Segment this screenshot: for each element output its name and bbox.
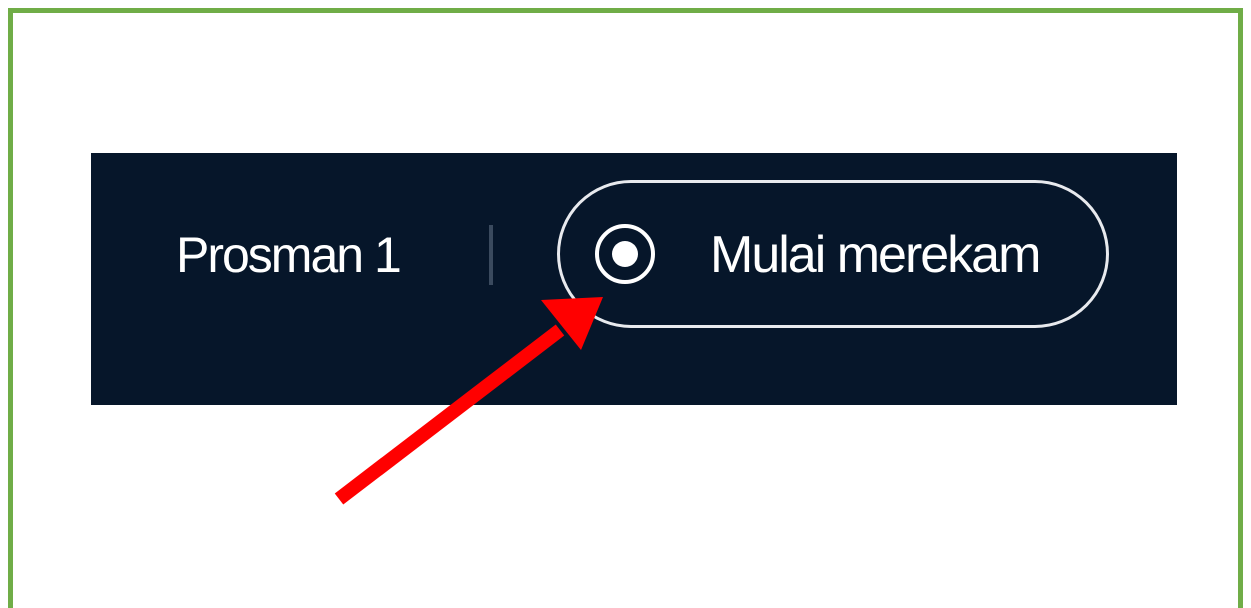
record-button-label: Mulai merekam bbox=[710, 226, 1041, 284]
meeting-title: Prosman 1 bbox=[176, 227, 402, 283]
meeting-toolbar: Prosman 1 Mulai merekam bbox=[91, 153, 1177, 405]
record-icon bbox=[595, 224, 655, 284]
start-recording-button[interactable]: Mulai merekam bbox=[557, 180, 1109, 328]
toolbar-divider bbox=[489, 225, 493, 285]
